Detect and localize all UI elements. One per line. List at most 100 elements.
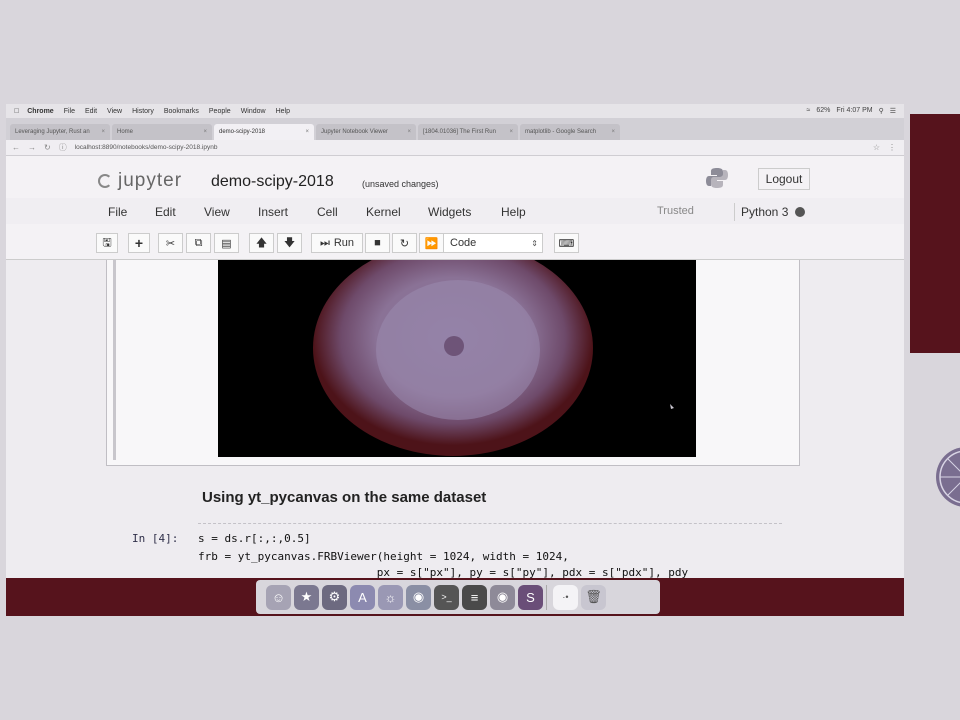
clock[interactable]: Fri 4:07 PM bbox=[836, 107, 872, 115]
menubar-help[interactable]: Help bbox=[276, 108, 290, 115]
browser-tab[interactable]: Leveraging Jupyter, Rust an × bbox=[10, 124, 110, 140]
system-preferences-icon[interactable]: ⚙ bbox=[322, 584, 347, 610]
menubar-status-area: ≈ 62% Fri 4:07 PM ⚲ ☰ bbox=[807, 107, 904, 115]
code-line[interactable]: s = ds.r[:,:,0.5] bbox=[198, 532, 311, 545]
browser-tab-active[interactable]: demo-scipy-2018 × bbox=[214, 124, 314, 140]
menubar-people[interactable]: People bbox=[209, 108, 231, 115]
restart-icon[interactable]: ↻ bbox=[392, 233, 417, 253]
kernel-indicator[interactable]: Python 3 bbox=[734, 203, 806, 221]
close-icon[interactable]: × bbox=[305, 129, 309, 135]
url-field[interactable]: localhost:8890/notebooks/demo-scipy-2018… bbox=[75, 144, 218, 151]
menu-view[interactable]: View bbox=[204, 205, 230, 219]
menu-widgets[interactable]: Widgets bbox=[428, 205, 471, 219]
jupyter-header: jupyter demo-scipy-2018 (unsaved changes… bbox=[6, 156, 904, 198]
close-icon[interactable]: × bbox=[407, 129, 411, 135]
copy-icon[interactable]: ⧉ bbox=[186, 233, 211, 253]
menu-file[interactable]: File bbox=[108, 205, 127, 219]
run-label: Run bbox=[333, 237, 355, 249]
cell-type-select[interactable]: Code ⇕ bbox=[443, 233, 543, 253]
browser-tab[interactable]: [1804.01036] The First Run × bbox=[418, 124, 518, 140]
close-icon[interactable]: × bbox=[101, 129, 105, 135]
paste-icon[interactable]: ▤ bbox=[214, 233, 239, 253]
slide-panel bbox=[910, 114, 960, 353]
menu-edit[interactable]: Edit bbox=[155, 205, 176, 219]
jupyter-logo-text: jupyter bbox=[118, 170, 183, 191]
menubar-bookmarks[interactable]: Bookmarks bbox=[164, 108, 199, 115]
more-icon[interactable]: ⋮ bbox=[888, 143, 896, 152]
document-icon[interactable]: ·• bbox=[553, 584, 578, 610]
stop-icon[interactable]: ■ bbox=[365, 233, 390, 253]
slide-graphic bbox=[936, 447, 960, 507]
chrome-icon[interactable]: ◉ bbox=[490, 584, 515, 610]
move-up-icon[interactable]: 🡅 bbox=[249, 233, 274, 253]
cut-icon[interactable]: ✂ bbox=[158, 233, 183, 253]
trusted-indicator[interactable]: Trusted bbox=[657, 205, 694, 217]
web-graphic-icon bbox=[939, 450, 960, 504]
python-logo-icon bbox=[706, 168, 728, 188]
star-icon[interactable]: ☆ bbox=[873, 143, 880, 152]
add-cell-icon[interactable]: + bbox=[128, 233, 150, 253]
menu-kernel[interactable]: Kernel bbox=[366, 205, 401, 219]
menu-insert[interactable]: Insert bbox=[258, 205, 288, 219]
jupyter-logo[interactable]: jupyter bbox=[98, 170, 182, 192]
run-button[interactable]: ⏭ Run bbox=[311, 233, 363, 253]
reload-icon[interactable]: ↻ bbox=[44, 143, 51, 152]
disk-utility-icon[interactable]: ◉ bbox=[406, 584, 431, 610]
trash-icon[interactable]: 🗑 bbox=[581, 584, 606, 610]
kernel-name: Python 3 bbox=[741, 205, 789, 219]
search-icon[interactable]: ⚲ bbox=[879, 107, 884, 115]
finder-icon[interactable]: ☺ bbox=[266, 584, 291, 610]
forward-icon[interactable]: → bbox=[28, 143, 36, 152]
close-icon[interactable]: × bbox=[509, 129, 513, 135]
tab-label: matplotlib - Google Search bbox=[525, 129, 597, 135]
close-icon[interactable]: × bbox=[203, 129, 207, 135]
menubar-app[interactable]: Chrome bbox=[27, 108, 53, 115]
screen:  Chrome File Edit View History Bookmark… bbox=[6, 104, 904, 616]
menubar-history[interactable]: History bbox=[132, 108, 154, 115]
output-cell[interactable] bbox=[106, 260, 800, 466]
code-line[interactable]: frb = yt_pycanvas.FRBViewer(height = 102… bbox=[198, 550, 569, 563]
browser-tab[interactable]: Home × bbox=[112, 124, 212, 140]
cell-divider bbox=[198, 523, 782, 524]
launchpad-icon[interactable]: ★ bbox=[294, 584, 319, 610]
tab-label: [1804.01036] The First Run bbox=[423, 129, 496, 135]
cell-selection-bar bbox=[113, 260, 116, 460]
slack-icon[interactable]: S bbox=[518, 584, 543, 610]
info-icon[interactable]: ⓘ bbox=[59, 142, 67, 153]
jupyter-ring-icon bbox=[98, 174, 112, 188]
menu-help[interactable]: Help bbox=[501, 205, 526, 219]
dock-separator bbox=[546, 584, 550, 610]
browser-tab[interactable]: matplotlib - Google Search × bbox=[520, 124, 620, 140]
battery-percent[interactable]: 62% bbox=[816, 107, 830, 115]
safari-icon[interactable]: ☼ bbox=[378, 584, 403, 610]
menubar-file[interactable]: File bbox=[64, 108, 75, 115]
jupyter-menu: File Edit View Insert Cell Kernel Widget… bbox=[6, 198, 904, 224]
menubar-window[interactable]: Window bbox=[241, 108, 266, 115]
menubar-view[interactable]: View bbox=[107, 108, 122, 115]
select-arrows-icon: ⇕ bbox=[531, 238, 538, 248]
browser-tab[interactable]: Jupyter Notebook Viewer × bbox=[316, 124, 416, 140]
address-bar: ← → ↻ ⓘ localhost:8890/notebooks/demo-sc… bbox=[6, 140, 904, 156]
notebook-body: Using yt_pycanvas on the same dataset In… bbox=[6, 260, 904, 579]
save-icon[interactable]: 🖫 bbox=[96, 233, 118, 253]
close-icon[interactable]: × bbox=[611, 129, 615, 135]
menu-icon[interactable]: ☰ bbox=[890, 107, 896, 115]
mac-dock: ☺ ★ ⚙ A ☼ ◉ >_ ≡ ◉ S ·• 🗑 bbox=[256, 580, 660, 614]
notebook-title[interactable]: demo-scipy-2018 bbox=[211, 173, 334, 191]
keyboard-icon[interactable]: ⌨ bbox=[554, 233, 579, 253]
tab-label: Jupyter Notebook Viewer bbox=[321, 129, 388, 135]
logout-button[interactable]: Logout bbox=[758, 168, 810, 190]
apple-icon[interactable]:  bbox=[14, 108, 19, 115]
move-down-icon[interactable]: 🡇 bbox=[277, 233, 302, 253]
terminal-icon[interactable]: >_ bbox=[434, 584, 459, 610]
menubar-edit[interactable]: Edit bbox=[85, 108, 97, 115]
menu-cell[interactable]: Cell bbox=[317, 205, 338, 219]
plot-output[interactable] bbox=[218, 260, 696, 457]
spotify-icon[interactable]: ≡ bbox=[462, 584, 487, 610]
save-status: (unsaved changes) bbox=[362, 179, 439, 189]
back-icon[interactable]: ← bbox=[12, 143, 20, 152]
app-store-icon[interactable]: A bbox=[350, 584, 375, 610]
fast-forward-icon[interactable]: ⏩ bbox=[419, 233, 444, 253]
wifi-icon[interactable]: ≈ bbox=[807, 107, 811, 115]
plot-image bbox=[218, 260, 696, 457]
